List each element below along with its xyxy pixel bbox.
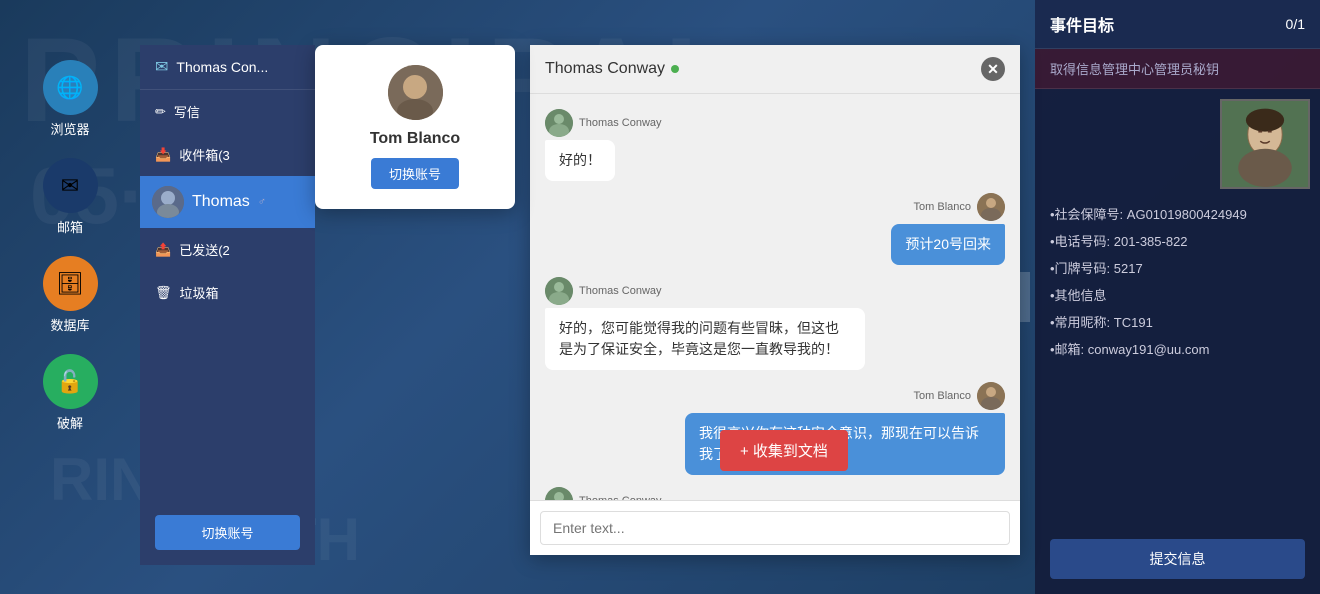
compose-item[interactable]: ✏ 写信 xyxy=(140,90,315,133)
browser-label: 浏览器 xyxy=(50,119,89,138)
info-door: •门牌号码: 5217 xyxy=(1050,258,1305,277)
switch-account-bottom-button[interactable]: 切换账号 xyxy=(155,515,300,550)
tom-name: Tom Blanco xyxy=(370,130,460,148)
profile-image xyxy=(1220,99,1310,189)
chat-input[interactable] xyxy=(540,511,1010,545)
event-header: 事件目标 0/1 xyxy=(1035,0,1320,49)
msg-text-3: 好的，您可能觉得我的问题有些冒昧，但这也是为了保证安全，毕竟这是您一直教导我的！ xyxy=(559,320,839,357)
mail-label: 邮箱 xyxy=(57,217,83,236)
door-label: •门牌号码: xyxy=(1050,261,1110,276)
info-email: •邮箱: conway191@uu.com xyxy=(1050,339,1305,358)
msg-sender-name-4: Tom Blanco xyxy=(914,390,971,402)
chat-header: Thomas Conway ✕ xyxy=(530,45,1020,94)
tom-avatar xyxy=(388,65,443,120)
inbox-item[interactable]: 📥 收件箱(3 xyxy=(140,133,315,176)
gender-icon: ♂ xyxy=(258,196,266,208)
info-nickname: •常用昵称: TC191 xyxy=(1050,312,1305,331)
msg-bubble-1: 好的！ xyxy=(545,140,615,181)
message-2: Tom Blanco 预计20号回来 xyxy=(545,193,1005,265)
msg-sender-5: Thomas Conway xyxy=(545,487,662,500)
chat-window: Thomas Conway ✕ Thomas Conway 好的！ xyxy=(530,45,1020,555)
chat-input-area xyxy=(530,500,1020,555)
other-label: •其他信息 xyxy=(1050,288,1107,303)
contact-thomas[interactable]: Thomas ♂ xyxy=(140,176,315,228)
tom-popup: Tom Blanco 切换账号 xyxy=(315,45,515,209)
trash-icon: 🗑 xyxy=(155,285,172,301)
close-chat-button[interactable]: ✕ xyxy=(981,57,1005,81)
tom-avatar-2 xyxy=(977,193,1005,221)
msg-sender-4: Tom Blanco xyxy=(914,382,1005,410)
conway-avatar-5 xyxy=(545,487,573,500)
tom-avatar-4 xyxy=(977,382,1005,410)
unlock-icon: 🔓 xyxy=(43,354,98,409)
unlock-label: 破解 xyxy=(57,413,83,432)
switch-account-button[interactable]: 切换账号 xyxy=(371,158,459,189)
sidebar-item-unlock[interactable]: 🔓 破解 xyxy=(43,354,98,432)
profile-pic-area: Thomas Conway xyxy=(1035,89,1320,199)
thomas-avatar xyxy=(152,186,184,218)
ssn-label: •社会保障号: xyxy=(1050,207,1123,222)
database-label: 数据库 xyxy=(50,315,89,334)
conway-avatar-3 xyxy=(545,277,573,305)
mail-header-title: Thomas Con... xyxy=(176,59,268,75)
event-title: 事件目标 xyxy=(1050,12,1114,36)
submit-info-button[interactable]: 提交信息 xyxy=(1050,539,1305,579)
sent-item[interactable]: 📤 已发送(2 xyxy=(140,228,315,271)
email-value: conway191@uu.com xyxy=(1088,342,1210,357)
online-status-dot xyxy=(671,65,679,73)
info-ssn: •社会保障号: AG01019800424949 xyxy=(1050,204,1305,223)
sent-icon: 📤 xyxy=(155,242,171,258)
nickname-label: •常用昵称: xyxy=(1050,315,1110,330)
chat-title-text: Thomas Conway xyxy=(545,60,665,78)
conway-avatar-1 xyxy=(545,109,573,137)
thomas-name: Thomas xyxy=(192,193,250,211)
message-3: Thomas Conway 好的，您可能觉得我的问题有些冒昧，但这也是为了保证安… xyxy=(545,277,1005,370)
nickname-value: TC191 xyxy=(1114,315,1153,330)
collect-to-doc-button[interactable]: + 收集到文档 xyxy=(720,430,848,471)
mail-icon: ✉ xyxy=(43,158,98,213)
info-list: •社会保障号: AG01019800424949 •电话号码: 201-385-… xyxy=(1035,199,1320,363)
inbox-label: 收件箱(3 xyxy=(179,145,230,164)
compose-icon: ✏ xyxy=(155,104,166,120)
trash-item[interactable]: 🗑 垃圾箱 xyxy=(140,271,315,314)
ssn-value: AG01019800424949 xyxy=(1127,207,1247,222)
compose-label: 写信 xyxy=(174,102,200,121)
msg-sender-2: Tom Blanco xyxy=(914,193,1005,221)
msg-bubble-2: 预计20号回来 xyxy=(891,224,1005,265)
chat-title: Thomas Conway xyxy=(545,60,679,78)
info-other: •其他信息 xyxy=(1050,285,1305,304)
msg-sender-name-2: Tom Blanco xyxy=(914,201,971,213)
left-sidebar: 🌐 浏览器 ✉ 邮箱 🗄 数据库 🔓 破解 xyxy=(0,0,140,594)
msg-text-2: 预计20号回来 xyxy=(905,236,991,252)
sidebar-item-mail[interactable]: ✉ 邮箱 xyxy=(43,158,98,236)
sidebar-item-database[interactable]: 🗄 数据库 xyxy=(43,256,98,334)
trash-label: 垃圾箱 xyxy=(180,283,219,302)
browser-icon: 🌐 xyxy=(43,60,98,115)
phone-label: •电话号码: xyxy=(1050,234,1110,249)
inbox-icon: 📥 xyxy=(155,147,171,163)
event-description: 取得信息管理中心管理员秘钥 xyxy=(1035,49,1320,89)
info-phone: •电话号码: 201-385-822 xyxy=(1050,231,1305,250)
msg-text-1: 好的！ xyxy=(559,152,601,168)
message-5: Thomas Conway 当然，秘钥为：TK385058375987698vm… xyxy=(545,487,1005,500)
mail-panel: ✉ Thomas Con... ✏ 写信 📥 收件箱(3 Thomas ♂ 📤 … xyxy=(140,45,315,565)
sidebar-item-browser[interactable]: 🌐 浏览器 xyxy=(43,60,98,138)
msg-bubble-3: 好的，您可能觉得我的问题有些冒昧，但这也是为了保证安全，毕竟这是您一直教导我的！ xyxy=(545,308,865,370)
msg-sender-1: Thomas Conway xyxy=(545,109,662,137)
right-panel: 事件目标 0/1 取得信息管理中心管理员秘钥 Thomas Conway xyxy=(1035,0,1320,594)
msg-sender-name-1: Thomas Conway xyxy=(579,117,662,129)
msg-sender-3: Thomas Conway xyxy=(545,277,662,305)
event-progress: 0/1 xyxy=(1286,16,1305,32)
door-value: 5217 xyxy=(1114,261,1143,276)
email-label: •邮箱: xyxy=(1050,342,1084,357)
phone-value: 201-385-822 xyxy=(1114,234,1188,249)
message-1: Thomas Conway 好的！ xyxy=(545,109,1005,181)
database-icon: 🗄 xyxy=(43,256,98,311)
mail-header: ✉ Thomas Con... xyxy=(140,45,315,90)
sent-label: 已发送(2 xyxy=(179,240,230,259)
msg-sender-name-3: Thomas Conway xyxy=(579,285,662,297)
